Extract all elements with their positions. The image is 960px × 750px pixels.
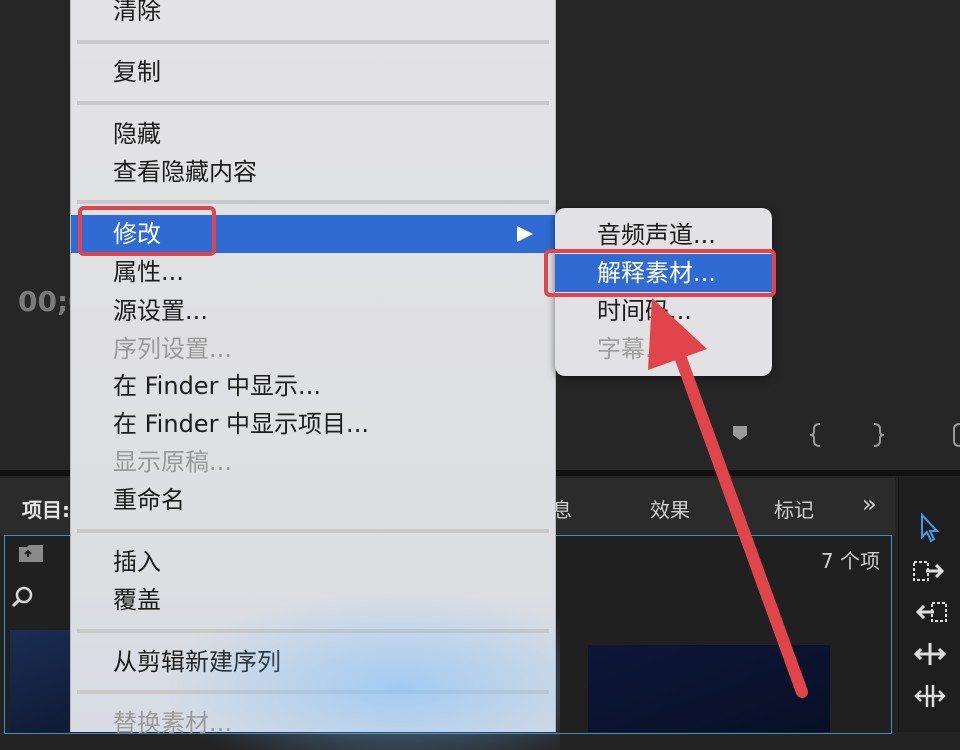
annotation-arrow-icon: [648, 298, 808, 698]
